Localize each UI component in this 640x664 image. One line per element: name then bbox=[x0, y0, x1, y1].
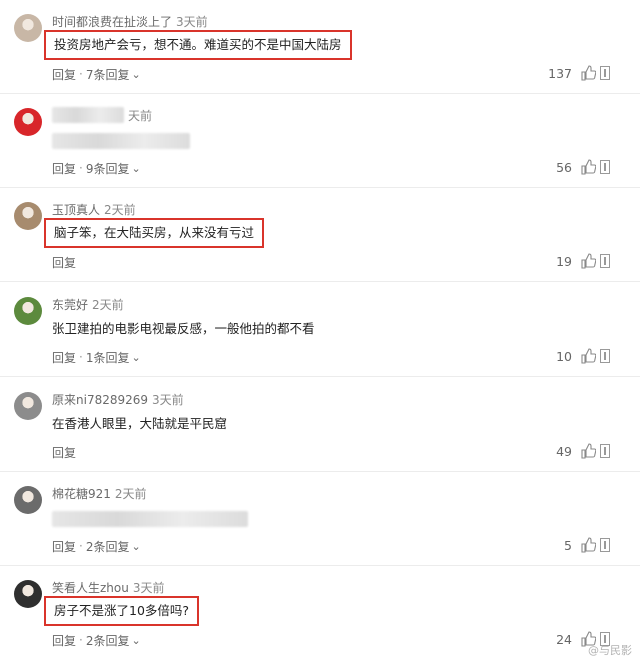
like-group[interactable]: 137 bbox=[548, 64, 597, 82]
report-icon[interactable] bbox=[600, 444, 610, 458]
avatar[interactable] bbox=[14, 297, 42, 325]
view-replies-button[interactable]: 9条回复 bbox=[86, 160, 130, 177]
separator-dot: · bbox=[79, 633, 83, 647]
like-group[interactable]: 5 bbox=[564, 536, 597, 554]
like-count: 19 bbox=[556, 253, 572, 269]
chevron-down-icon[interactable]: ⌄ bbox=[131, 68, 140, 81]
comment-item: 棉花糖921 2天前 回复 · 2条回复 ⌄ 5 bbox=[0, 472, 640, 566]
reply-button[interactable]: 回复 bbox=[52, 160, 76, 177]
comment-actions: 回复 · 9条回复 ⌄ bbox=[52, 160, 141, 176]
comment-meta: 玉顶真人 2天前 bbox=[52, 200, 136, 218]
report-icon[interactable] bbox=[600, 538, 610, 552]
separator-dot: · bbox=[79, 350, 83, 364]
comment-actions: 回复 · 2条回复 ⌄ bbox=[52, 632, 141, 648]
like-count: 137 bbox=[548, 65, 572, 81]
comment-text: 张卫建拍的电影电视最反感，一般他拍的都不看 bbox=[52, 321, 315, 336]
highlighted-comment-text: 投资房地产会亏，想不通。难道买的不是中国大陆房 bbox=[44, 30, 352, 60]
view-replies-button[interactable]: 2条回复 bbox=[86, 632, 130, 649]
username[interactable]: 东莞好 bbox=[52, 296, 88, 313]
like-group[interactable]: 10 bbox=[556, 347, 597, 365]
like-group[interactable]: 19 bbox=[556, 252, 597, 270]
avatar[interactable] bbox=[14, 486, 42, 514]
highlighted-comment-text: 脑子笨，在大陆买房，从来没有亏过 bbox=[44, 218, 265, 248]
reply-button[interactable]: 回复 bbox=[52, 538, 76, 555]
like-count: 10 bbox=[556, 348, 572, 364]
reply-button[interactable]: 回复 bbox=[52, 349, 76, 366]
chevron-down-icon[interactable]: ⌄ bbox=[131, 162, 140, 175]
report-icon[interactable] bbox=[600, 254, 610, 268]
separator-dot: · bbox=[79, 161, 83, 175]
comment-meta: 原来ni78289269 3天前 bbox=[52, 390, 184, 408]
comment-item: 玉顶真人 2天前 脑子笨，在大陆买房，从来没有亏过回复 19 bbox=[0, 188, 640, 282]
thumbs-up-icon[interactable] bbox=[580, 443, 597, 459]
comment-meta: 时间都浪费在扯淡上了 3天前 bbox=[52, 12, 208, 30]
chevron-down-icon[interactable]: ⌄ bbox=[131, 351, 140, 364]
thumbs-up-icon[interactable] bbox=[580, 65, 597, 81]
comment-item: 东莞好 2天前张卫建拍的电影电视最反感，一般他拍的都不看 回复 · 1条回复 ⌄ 10 bbox=[0, 283, 640, 377]
like-group[interactable]: 56 bbox=[556, 158, 597, 176]
like-count: 56 bbox=[556, 159, 572, 175]
comment-meta: 笑看人生zhou 3天前 bbox=[52, 578, 165, 596]
thumbs-up-icon[interactable] bbox=[580, 253, 597, 269]
report-icon[interactable] bbox=[600, 66, 610, 80]
watermark: @与民影 bbox=[588, 644, 632, 657]
comment-actions: 回复 · 1条回复 ⌄ bbox=[52, 349, 141, 365]
comment-meta: 天前 bbox=[52, 106, 152, 124]
avatar[interactable] bbox=[14, 202, 42, 230]
separator-dot: · bbox=[79, 67, 83, 81]
username[interactable]: 玉顶真人 bbox=[52, 201, 100, 218]
view-replies-button[interactable]: 1条回复 bbox=[86, 349, 130, 366]
comment-actions: 回复 bbox=[52, 444, 76, 460]
comment-time: 2天前 bbox=[114, 486, 147, 501]
avatar[interactable] bbox=[14, 580, 42, 608]
username[interactable]: 棉花糖921 bbox=[52, 485, 111, 502]
highlighted-comment-text: 房子不是涨了10多倍吗? bbox=[44, 596, 200, 626]
like-count: 49 bbox=[556, 443, 572, 459]
reply-button[interactable]: 回复 bbox=[52, 254, 76, 271]
comment-list: 时间都浪费在扯淡上了 3天前 投资房地产会亏，想不通。难道买的不是中国大陆房 回复 · 7… bbox=[0, 0, 640, 664]
username[interactable]: 笑看人生zhou bbox=[52, 579, 129, 596]
blurred-comment-text bbox=[52, 508, 248, 528]
username[interactable]: 时间都浪费在扯淡上了 bbox=[52, 13, 172, 30]
report-icon[interactable] bbox=[600, 160, 610, 174]
comment-item: 笑看人生zhou 3天前 房子不是涨了10多倍吗? 回复 · 2条回复 ⌄ 24 bbox=[0, 566, 640, 664]
comment-time: 天前 bbox=[128, 108, 153, 123]
avatar[interactable] bbox=[14, 392, 42, 420]
reply-button[interactable]: 回复 bbox=[52, 66, 76, 83]
chevron-down-icon[interactable]: ⌄ bbox=[131, 634, 140, 647]
like-count: 24 bbox=[556, 631, 572, 647]
separator-dot: · bbox=[79, 539, 83, 553]
comment-actions: 回复 bbox=[52, 254, 76, 270]
comment-meta: 东莞好 2天前 bbox=[52, 295, 124, 313]
comment-time: 3天前 bbox=[176, 14, 208, 29]
comment-text: 在香港人眼里，大陆就是平民窟 bbox=[52, 416, 228, 431]
comment-item: 原来ni78289269 3天前在香港人眼里，大陆就是平民窟 回复 49 bbox=[0, 378, 640, 472]
comment-time: 3天前 bbox=[152, 392, 184, 407]
reply-button[interactable]: 回复 bbox=[52, 444, 76, 461]
comment-item: 天前回复 · 9条回复 ⌄ 56 bbox=[0, 94, 640, 188]
avatar[interactable] bbox=[14, 14, 42, 42]
comment-time: 2天前 bbox=[104, 202, 136, 217]
reply-button[interactable]: 回复 bbox=[52, 632, 76, 649]
report-icon[interactable] bbox=[600, 349, 610, 363]
thumbs-up-icon[interactable] bbox=[580, 348, 597, 364]
comment-time: 3天前 bbox=[132, 580, 165, 595]
like-count: 5 bbox=[564, 537, 572, 553]
avatar[interactable] bbox=[14, 108, 42, 136]
comment-actions: 回复 · 7条回复 ⌄ bbox=[52, 66, 141, 82]
username[interactable]: 原来ni78289269 bbox=[52, 391, 148, 408]
thumbs-up-icon[interactable] bbox=[580, 537, 597, 553]
comment-item: 时间都浪费在扯淡上了 3天前 投资房地产会亏，想不通。难道买的不是中国大陆房回复 · 7… bbox=[0, 0, 640, 94]
blurred-comment-text bbox=[52, 130, 190, 150]
like-group[interactable]: 49 bbox=[556, 442, 597, 460]
chevron-down-icon[interactable]: ⌄ bbox=[131, 540, 140, 553]
thumbs-up-icon[interactable] bbox=[580, 159, 597, 175]
comment-time: 2天前 bbox=[92, 297, 124, 312]
blurred-username bbox=[52, 107, 124, 123]
view-replies-button[interactable]: 2条回复 bbox=[86, 538, 130, 555]
comment-meta: 棉花糖921 2天前 bbox=[52, 484, 147, 502]
comment-actions: 回复 · 2条回复 ⌄ bbox=[52, 538, 141, 554]
view-replies-button[interactable]: 7条回复 bbox=[86, 66, 130, 83]
